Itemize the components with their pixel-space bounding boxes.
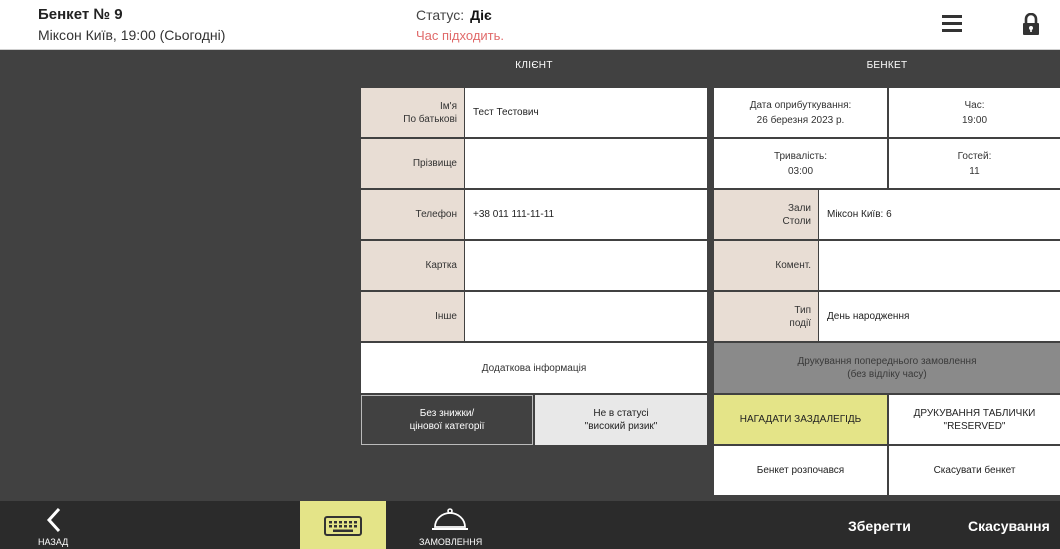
guests-value: 11	[969, 165, 980, 177]
no-discount-button[interactable]: Без знижки/ цінової категорії	[361, 395, 533, 445]
bottom-bar: НАЗАД ЗАМОВЛЕННЯ Зберегти Скасування	[0, 501, 1060, 549]
name-label-first: Ім'я	[440, 100, 457, 112]
risk-status-line1: Не в статусі	[593, 408, 649, 419]
time-label: Час:	[964, 99, 985, 111]
print-preorder-line2: (без відліку часу)	[847, 369, 927, 380]
back-arrow-icon	[46, 507, 61, 533]
name-label: Ім'я По батькові	[361, 88, 464, 137]
halls-label: Зали Столи	[714, 190, 818, 239]
pub-date-label: Дата оприбуткування:	[749, 99, 852, 111]
card-field[interactable]	[465, 241, 707, 290]
keyboard-icon	[324, 516, 362, 536]
save-button[interactable]: Зберегти	[848, 518, 911, 534]
guests-label: Гостей:	[957, 150, 992, 162]
print-preorder-line1: Друкування попереднього замовлення	[797, 356, 977, 367]
status: Статус: Діє	[416, 7, 492, 23]
no-discount-line1: Без знижки/	[419, 408, 475, 419]
keyboard-button[interactable]	[300, 501, 386, 549]
cancel-button[interactable]: Скасування	[968, 518, 1050, 534]
print-reserved-line2: "RESERVED"	[943, 420, 1006, 432]
comment-field[interactable]	[819, 241, 1060, 290]
comment-label: Комент.	[714, 241, 818, 290]
event-type-label-line1: Тип	[794, 304, 811, 316]
guests-cell[interactable]: Гостей: 11	[889, 139, 1060, 188]
remind-button[interactable]: НАГАДАТИ ЗАЗДАЛЕГІДЬ	[714, 395, 887, 444]
duration-value: 03:00	[787, 165, 814, 177]
event-type-field[interactable]: День народження	[819, 292, 1060, 341]
no-discount-line2: цінової категорії	[409, 421, 485, 432]
cloche-icon	[432, 508, 468, 530]
time-warning: Час підходить.	[416, 28, 505, 43]
hamburger-menu-icon[interactable]	[942, 15, 962, 33]
risk-status-line2: "високий ризик"	[584, 421, 658, 432]
surname-field[interactable]	[465, 139, 707, 188]
lock-icon[interactable]	[1022, 13, 1040, 35]
status-value: Діє	[470, 7, 492, 23]
header: Бенкет № 9 Міксон Київ, 19:00 (Сьогодні)…	[0, 0, 1060, 50]
pub-date-value: 26 березня 2023 р.	[756, 114, 845, 126]
time-cell[interactable]: Час: 19:00	[889, 88, 1060, 137]
risk-status-button[interactable]: Не в статусі "високий ризик"	[535, 395, 707, 445]
banquet-subtitle: Міксон Київ, 19:00 (Сьогодні)	[38, 27, 226, 43]
halls-label-halls: Зали	[787, 202, 811, 214]
surname-label: Прізвище	[361, 139, 464, 188]
other-field[interactable]	[465, 292, 707, 341]
back-button[interactable]: НАЗАД	[30, 501, 80, 549]
other-label: Інше	[361, 292, 464, 341]
duration-label: Тривалість:	[773, 150, 828, 162]
print-reserved-line1: ДРУКУВАННЯ ТАБЛИЧКИ	[913, 407, 1036, 419]
print-preorder-button[interactable]: Друкування попереднього замовлення (без …	[714, 343, 1060, 393]
back-label: НАЗАД	[38, 537, 69, 547]
print-reserved-button[interactable]: ДРУКУВАННЯ ТАБЛИЧКИ "RESERVED"	[889, 395, 1060, 444]
banquet-heading: БЕНКЕТ	[866, 60, 908, 71]
event-type-label-line2: події	[789, 317, 811, 329]
cancel-banquet-button[interactable]: Скасувати бенкет	[889, 446, 1060, 495]
name-field[interactable]: Тест Тестович	[465, 88, 707, 137]
event-type-label: Тип події	[714, 292, 818, 341]
status-label: Статус:	[416, 7, 465, 23]
duration-cell[interactable]: Тривалість: 03:00	[714, 139, 887, 188]
card-label: Картка	[361, 241, 464, 290]
banquet-started-button[interactable]: Бенкет розпочався	[714, 446, 887, 495]
phone-label: Телефон	[361, 190, 464, 239]
orders-label: ЗАМОВЛЕННЯ	[419, 537, 483, 547]
halls-field[interactable]: Міксон Київ: 6	[819, 190, 1060, 239]
halls-label-tables: Столи	[782, 215, 811, 227]
name-label-patronymic: По батькові	[403, 113, 457, 125]
phone-field[interactable]: +38 011 111-11-11	[465, 190, 707, 239]
client-heading: КЛІЄНТ	[515, 60, 553, 71]
banquet-title: Бенкет № 9	[38, 6, 123, 23]
pub-date-cell[interactable]: Дата оприбуткування: 26 березня 2023 р.	[714, 88, 887, 137]
orders-button[interactable]: ЗАМОВЛЕННЯ	[415, 501, 487, 549]
extra-info-button[interactable]: Додаткова інформація	[361, 343, 707, 393]
time-value: 19:00	[961, 114, 988, 126]
